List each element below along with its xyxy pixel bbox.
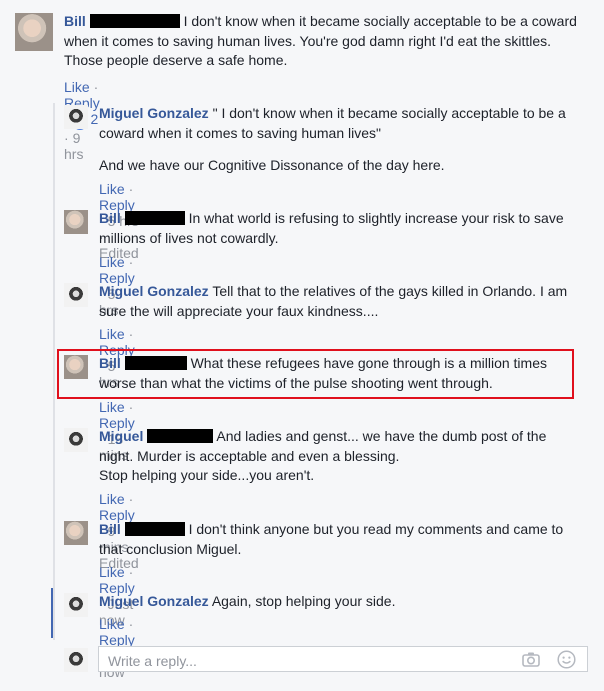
redacted-surname [124, 522, 185, 536]
comment-body: Miguel Gonzalez " I don't know when it b… [99, 104, 589, 143]
avatar[interactable] [64, 428, 88, 452]
like-link[interactable]: Like [99, 399, 125, 415]
avatar[interactable] [64, 593, 88, 617]
comment-body: Miguel Gonzalez Tell that to the relativ… [99, 282, 579, 321]
avatar[interactable] [64, 521, 88, 545]
comment-text: Again, stop helping your side. [211, 593, 396, 609]
avatar[interactable] [64, 283, 88, 307]
comment-body: Miguel And ladies and genst... we have t… [99, 427, 579, 466]
smile-icon[interactable] [557, 650, 576, 669]
reply-input[interactable] [106, 651, 490, 671]
redacted-surname [147, 429, 214, 443]
reply-composer[interactable] [98, 646, 588, 672]
author-name[interactable]: Bill [99, 355, 121, 371]
comment-body: Bill I don't think anyone but you read m… [99, 520, 579, 559]
like-link[interactable]: Like [99, 254, 125, 270]
comment-body: Miguel Gonzalez Again, stop helping your… [99, 592, 579, 612]
redacted-surname [89, 14, 180, 28]
like-link[interactable]: Like [64, 79, 90, 95]
avatar[interactable] [64, 210, 88, 234]
redacted-surname [124, 356, 187, 370]
camera-icon[interactable] [522, 651, 540, 667]
author-name[interactable]: Miguel [99, 428, 143, 444]
author-name[interactable]: Bill [99, 210, 121, 226]
like-link[interactable]: Like [99, 326, 125, 342]
redacted-surname [124, 211, 185, 225]
reply-thread-line [53, 103, 55, 640]
like-link[interactable]: Like [99, 491, 125, 507]
avatar[interactable] [64, 355, 88, 379]
author-name[interactable]: Miguel Gonzalez [99, 593, 209, 609]
avatar[interactable] [15, 13, 53, 51]
comment-body: Bill In what world is refusing to slight… [99, 209, 579, 248]
author-name[interactable]: Bill [64, 13, 86, 29]
author-name[interactable]: Bill [99, 521, 121, 537]
comment-text-second-line: Stop helping your side...you aren't. [99, 467, 315, 483]
active-reply-indicator [51, 588, 53, 638]
reaction-count[interactable]: 2 [90, 111, 98, 127]
like-link[interactable]: Like [99, 616, 125, 632]
comment-text-second-paragraph: And we have our Cognitive Dissonance of … [99, 157, 445, 173]
author-name[interactable]: Miguel Gonzalez [99, 105, 209, 121]
comment-body: Bill What these refugees have gone throu… [99, 354, 569, 393]
like-link[interactable]: Like [99, 181, 125, 197]
like-link[interactable]: Like [99, 564, 125, 580]
avatar[interactable] [64, 105, 88, 129]
author-name[interactable]: Miguel Gonzalez [99, 283, 209, 299]
current-user-avatar[interactable] [64, 648, 88, 672]
comment-body: Bill I don't know when it became sociall… [64, 12, 584, 71]
